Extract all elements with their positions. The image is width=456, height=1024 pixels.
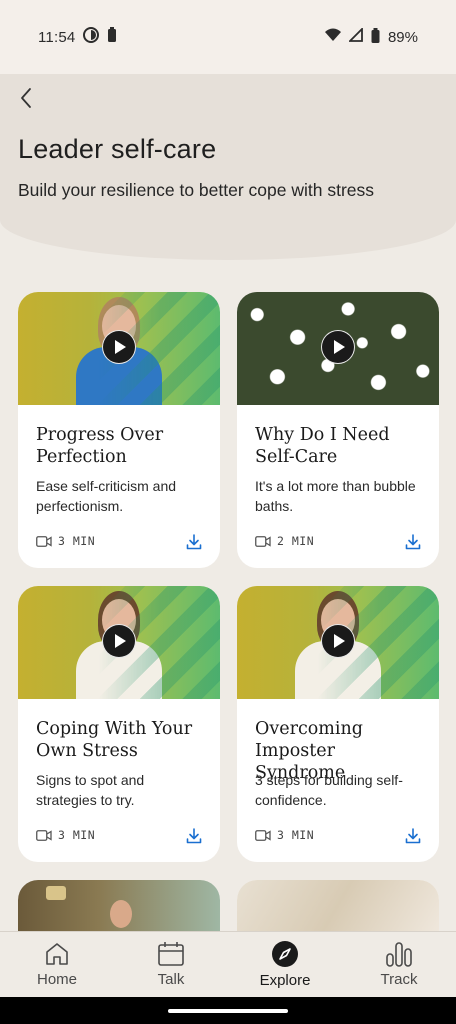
play-icon [334,340,345,354]
status-time: 11:54 [38,28,76,46]
system-nav-bar [0,997,456,1024]
video-card[interactable] [237,880,439,931]
home-gesture-pill[interactable] [168,1008,288,1013]
card-title: Why Do I Need Self-Care [255,425,390,467]
page-subtitle: Build your resilience to better cope wit… [18,180,374,200]
video-camera-icon [255,535,271,547]
download-button[interactable] [184,826,204,846]
card-duration: 3 MIN [58,828,96,842]
card-description: 3 steps for building self-confidence. [255,772,403,808]
video-card[interactable]: Coping With Your Own Stress Signs to spo… [18,586,220,862]
status-left: 11:54 [38,27,117,47]
nav-item-explore[interactable]: Explore [228,940,342,989]
nav-label: Talk [157,971,185,988]
download-icon [405,534,421,550]
card-duration: 3 MIN [58,534,96,548]
battery-icon [371,27,380,47]
lamp-image [46,886,66,900]
card-description: It's a lot more than bubble baths. [255,478,416,514]
video-thumbnail [237,880,439,931]
download-icon [186,534,202,550]
video-camera-icon [36,535,52,547]
page-header [0,74,456,260]
nav-label: Home [36,971,77,988]
nav-item-home[interactable]: Home [0,941,114,988]
card-title: Coping With Your Own Stress [36,719,193,761]
download-icon [405,828,421,844]
nav-item-track[interactable]: Track [342,941,456,988]
card-meta: 3 MIN [36,534,95,548]
play-button[interactable] [321,330,355,364]
bar-chart-icon [386,942,412,967]
wifi-icon [324,28,341,46]
video-card[interactable]: Progress Over Perfection Ease self-criti… [18,292,220,568]
nav-item-talk[interactable]: Talk [114,941,228,988]
data-saver-icon [83,27,100,47]
back-button[interactable] [14,86,38,110]
card-meta: 3 MIN [36,828,95,842]
video-card[interactable] [18,880,220,931]
play-icon [115,634,126,648]
nav-label: Track [380,971,418,988]
card-duration: 2 MIN [277,534,315,548]
download-button[interactable] [403,532,423,552]
compass-icon [272,941,298,967]
video-camera-icon [36,829,52,841]
status-right: 89% [324,26,418,47]
video-camera-icon [255,829,271,841]
play-button[interactable] [321,624,355,658]
play-icon [334,634,345,648]
battery-small-icon [107,27,117,47]
home-icon [46,943,68,965]
calendar-icon [158,942,184,966]
download-button[interactable] [184,532,204,552]
status-bar: 11:54 89% [0,0,456,74]
download-button[interactable] [403,826,423,846]
card-description: Signs to spot and strategies to try. [36,772,145,808]
chevron-left-icon [21,88,31,108]
presenter-image [110,900,132,928]
card-description: Ease self-criticism and perfectionism. [36,478,177,514]
play-button[interactable] [102,330,136,364]
bottom-nav: Home Talk Explore Track [0,931,456,997]
video-card[interactable]: Overcoming Imposter Syndrome 3 steps for… [237,586,439,862]
download-icon [186,828,202,844]
video-thumbnail [18,880,220,931]
battery-percent: 89% [387,28,418,46]
play-button[interactable] [102,624,136,658]
card-meta: 2 MIN [255,534,314,548]
play-icon [115,340,126,354]
card-meta: 3 MIN [255,828,314,842]
signal-icon [347,26,363,46]
nav-label: Explore [259,972,311,989]
card-duration: 3 MIN [277,828,315,842]
video-card[interactable]: Why Do I Need Self-Care It's a lot more … [237,292,439,568]
card-title: Progress Over Perfection [36,425,164,467]
page-title: Leader self-care [18,134,217,164]
